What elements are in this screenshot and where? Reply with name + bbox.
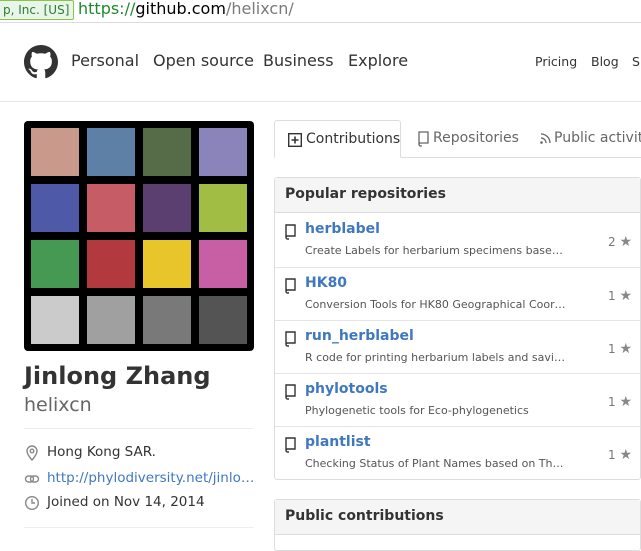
plus-square-icon (288, 133, 302, 147)
certificate-badge[interactable]: p, Inc. [US] (0, 0, 75, 20)
repo-stars: 1 ★ (608, 447, 632, 463)
repo-icon (285, 224, 296, 240)
public-contributions-box: Public contributions (274, 499, 641, 551)
repo-stars: 1 ★ (608, 394, 632, 410)
repo-name[interactable]: run_herblabel (305, 328, 414, 344)
repo-row[interactable]: herblabel Create Labels for herbarium spe… (275, 214, 640, 266)
star-count: 1 (607, 342, 616, 356)
repo-icon (285, 278, 296, 294)
repo-name[interactable]: plantlist (305, 434, 371, 450)
popular-repositories-box: Popular repositories herblabel Create Lab… (274, 177, 641, 480)
divider (24, 527, 254, 528)
profile-tabs: Contributions Repositories Public activi… (274, 120, 641, 158)
star-icon: ★ (619, 234, 632, 250)
repo-name[interactable]: phylotools (305, 381, 388, 397)
repo-icon (285, 437, 296, 453)
vcard-website[interactable]: http://phylodiversity.net/jinlongzhang (24, 469, 259, 489)
joined-text: Joined on Nov 14, 2014 (47, 494, 205, 510)
tab-label: Public activity (554, 130, 641, 146)
avatar-tile (143, 128, 191, 176)
rss-icon (540, 133, 551, 144)
avatar-tile (31, 184, 79, 232)
nav-explore[interactable]: Explore (348, 51, 408, 70)
star-icon: ★ (619, 394, 632, 410)
link-icon (24, 475, 40, 483)
link-truncated[interactable]: S (632, 54, 640, 69)
repo-row[interactable]: plantlist Checking Status of Plant Names … (275, 426, 640, 479)
nav-personal[interactable]: Personal (71, 51, 139, 70)
address-bar[interactable]: p, Inc. [US] https://github.com/helixcn/ (0, 0, 641, 23)
star-icon: ★ (619, 447, 632, 463)
star-count: 2 (607, 235, 616, 249)
repo-description: Phylogenetic tools for Eco-phylogenetics (305, 404, 529, 417)
repo-description: R code for printing herbarium labels and… (305, 351, 567, 364)
avatar-tile (143, 184, 191, 232)
star-icon: ★ (619, 341, 632, 357)
vcard-location: Hong Kong SAR. (24, 443, 259, 463)
vcard-joined: Joined on Nov 14, 2014 (24, 493, 259, 513)
repo-row[interactable]: HK80 Conversion Tools for HK80 Geographic… (275, 267, 640, 320)
site-header: Personal Open source Business Explore Pr… (0, 23, 641, 102)
url-scheme: https:// (78, 0, 136, 18)
avatar-tile (87, 296, 135, 344)
profile-username: helixcn (24, 394, 92, 416)
box-header: Public contributions (275, 500, 640, 535)
avatar-tile (143, 296, 191, 344)
star-icon: ★ (619, 288, 632, 304)
repo-description: Conversion Tools for HK80 Geographical C… (305, 298, 567, 311)
tab-label: Repositories (433, 130, 519, 146)
repo-stars: 1 ★ (608, 288, 632, 304)
repo-stars: 1 ★ (608, 341, 632, 357)
popular-repositories-title: Popular repositories (285, 186, 446, 202)
repo-name[interactable]: HK80 (305, 275, 347, 291)
avatar-tile (87, 184, 135, 232)
avatar-tile (143, 240, 191, 288)
link-blog[interactable]: Blog (591, 54, 619, 69)
star-count: 1 (607, 289, 616, 303)
avatar-tile (199, 240, 247, 288)
public-contributions-title: Public contributions (285, 508, 444, 524)
nav-open-source[interactable]: Open source (153, 51, 254, 70)
repo-description: Checking Status of Plant Names based on … (305, 457, 567, 470)
avatar[interactable] (24, 121, 254, 351)
url-field[interactable]: https://github.com/helixcn/ (78, 0, 294, 19)
avatar-tile (199, 296, 247, 344)
profile-fullname: Jinlong Zhang (24, 362, 211, 390)
url-host: github.com (135, 0, 226, 18)
repo-description: Create Labels for herbarium specimens ba… (305, 244, 567, 257)
repo-name[interactable]: herblabel (305, 221, 380, 237)
repo-row[interactable]: run_herblabel R code for printing herbari… (275, 320, 640, 373)
location-text: Hong Kong SAR. (47, 444, 156, 460)
location-icon (26, 445, 38, 461)
avatar-tile (31, 240, 79, 288)
repo-stars: 2 ★ (608, 234, 632, 250)
avatar-tile (31, 296, 79, 344)
avatar-tile (31, 128, 79, 176)
repo-icon (418, 131, 429, 147)
star-count: 1 (607, 395, 616, 409)
divider (24, 428, 254, 429)
nav-business[interactable]: Business (263, 51, 334, 70)
url-path: /helixcn/ (225, 0, 294, 18)
box-header: Popular repositories (275, 178, 640, 213)
clock-icon (24, 495, 40, 511)
repo-row[interactable]: phylotools Phylogenetic tools for Eco-phy… (275, 373, 640, 426)
avatar-tile (87, 128, 135, 176)
link-pricing[interactable]: Pricing (535, 54, 577, 69)
avatar-tile (87, 240, 135, 288)
repo-icon (285, 331, 296, 347)
repo-icon (285, 384, 296, 400)
avatar-tile (199, 184, 247, 232)
tab-label: Contributions (306, 131, 401, 147)
avatar-tile (199, 128, 247, 176)
github-logo-icon[interactable] (24, 45, 58, 79)
star-count: 1 (607, 448, 616, 462)
website-link[interactable]: http://phylodiversity.net/jinlongzhang (47, 470, 257, 486)
tab-contributions[interactable]: Contributions (274, 120, 401, 158)
